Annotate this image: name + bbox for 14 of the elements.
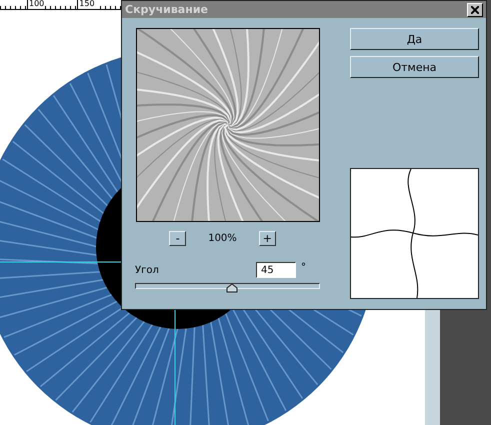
degree-unit: ° — [301, 262, 306, 273]
ruler-label: 100 — [27, 0, 46, 9]
zoom-value: 100% — [208, 233, 237, 244]
close-icon — [471, 6, 479, 14]
slider-thumb[interactable] — [226, 283, 238, 293]
zoom-in-button[interactable]: + — [258, 231, 276, 246]
dialog-button[interactable]: Отмена — [350, 56, 479, 78]
angle-label: Угол — [135, 264, 160, 276]
angle-input[interactable]: 45 — [256, 262, 296, 278]
close-button[interactable] — [467, 2, 483, 16]
zoom-out-button[interactable]: - — [169, 231, 186, 246]
dialog-button[interactable]: Да — [350, 28, 479, 50]
ruler-label: 150 — [77, 0, 96, 9]
dialog-title: Скручивание — [125, 3, 208, 16]
